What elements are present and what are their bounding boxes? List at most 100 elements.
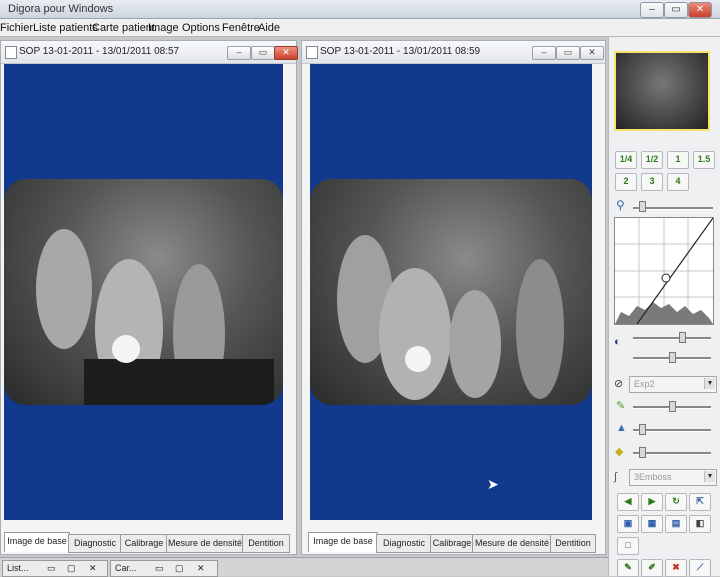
window-title-bar[interactable]: SOP 13-01-2011 - 13/01/2011 08:57 – ▭ ✕: [1, 41, 298, 64]
tab-strip: Image de base Diagnostic Calibrage Mesur…: [302, 532, 605, 553]
window-minimize-button[interactable]: –: [532, 46, 556, 60]
image-canvas[interactable]: ➤: [310, 64, 592, 520]
contrast-icon: ◐: [614, 336, 621, 348]
color-slider-thumb[interactable]: [639, 447, 646, 458]
image-canvas[interactable]: [4, 64, 283, 520]
chevron-down-icon[interactable]: ▼: [704, 471, 715, 482]
minimize-button[interactable]: –: [640, 2, 664, 18]
gamma-slider-thumb[interactable]: [669, 352, 676, 363]
emboss-icon: ∫: [614, 471, 618, 483]
taskbar-label: Car...: [115, 563, 137, 573]
filter-combo-value: Exp2: [634, 379, 655, 389]
menu-image[interactable]: Image: [148, 22, 179, 34]
sharpen-slider-thumb[interactable]: [639, 424, 646, 435]
menu-options[interactable]: Options: [182, 22, 220, 34]
zoom-quarter-button[interactable]: 1/4: [615, 151, 637, 169]
window-title: SOP 13-01-2011 - 13/01/2011 08:57: [19, 46, 180, 57]
taskbar-label: List...: [7, 563, 29, 573]
close-icon[interactable]: ✕: [197, 561, 205, 575]
zoom-three-button[interactable]: 3: [641, 173, 663, 191]
ruler-icon[interactable]: ⟋: [689, 559, 711, 577]
zoom-icon: ⚲: [616, 198, 625, 212]
tab-calibrage[interactable]: Calibrage: [120, 534, 168, 553]
dental-xray-image[interactable]: [4, 179, 283, 405]
undo-icon[interactable]: ◀: [617, 493, 639, 511]
tab-dentition[interactable]: Dentition: [550, 534, 596, 553]
emboss-combo[interactable]: 3Emboss ▼: [629, 469, 717, 486]
window-close-button[interactable]: ✕: [580, 46, 604, 60]
contrast-slider-thumb[interactable]: [679, 332, 686, 343]
mdi-workspace: SOP 13-01-2011 - 13/01/2011 08:57 – ▭ ✕ …: [0, 37, 608, 557]
sharpen-icon: ▲: [616, 422, 627, 434]
eraser-icon[interactable]: ✖: [665, 559, 687, 577]
restore-icon[interactable]: ▭: [47, 561, 56, 575]
image-window-1[interactable]: SOP 13-01-2011 - 13/01/2011 08:57 – ▭ ✕ …: [0, 40, 298, 555]
refresh-icon[interactable]: ↻: [665, 493, 687, 511]
chevron-down-icon[interactable]: ▼: [704, 378, 715, 389]
pen-icon[interactable]: ✎: [617, 559, 639, 577]
close-button[interactable]: ✕: [688, 2, 712, 18]
tool-panel: 1/4 1/2 1 1.5 2 3 4 ⚲ ◐ ⊘ Exp2 ▼ ✎ ▲ ◆ ∫: [608, 37, 720, 577]
zoom-one-button[interactable]: 1: [667, 151, 689, 169]
restore-button[interactable]: ▭: [664, 2, 688, 18]
tab-diagnostic[interactable]: Diagnostic: [376, 534, 432, 553]
menu-liste-patients[interactable]: Liste patients: [33, 22, 98, 34]
menu-fenetre[interactable]: Fenêtre: [222, 22, 260, 34]
menu-aide[interactable]: Aide: [258, 22, 280, 34]
window-title: SOP 13-01-2011 - 13/01/2011 08:59: [320, 46, 481, 57]
tab-strip: Image de base Diagnostic Calibrage Mesur…: [1, 532, 296, 553]
window-restore-button[interactable]: ▭: [556, 46, 580, 60]
window-title-bar[interactable]: SOP 13-01-2011 - 13/01/2011 08:59 – ▭ ✕: [302, 41, 605, 64]
taskbar-item-card[interactable]: Car... ▭ ▢ ✕: [110, 560, 218, 577]
tab-diagnostic[interactable]: Diagnostic: [68, 534, 122, 553]
app-title-bar: Digora pour Windows – ▭ ✕: [0, 0, 720, 19]
redo-icon[interactable]: ▶: [641, 493, 663, 511]
xray-thumbnail[interactable]: [616, 53, 708, 129]
app-title: Digora pour Windows: [8, 3, 114, 15]
tab-image-de-base[interactable]: Image de base: [308, 532, 378, 552]
invert-icon[interactable]: ◧: [689, 515, 711, 533]
zoom-slider-thumb[interactable]: [639, 201, 646, 212]
window-restore-button[interactable]: ▭: [251, 46, 275, 60]
restore-icon[interactable]: ▭: [155, 561, 164, 575]
window-close-button[interactable]: ✕: [274, 46, 298, 60]
curve-graph[interactable]: [614, 217, 714, 325]
taskbar-item-list[interactable]: List... ▭ ▢ ✕: [2, 560, 108, 577]
tab-mesure-de-densite[interactable]: Mesure de densité: [166, 534, 244, 553]
document-icon: [5, 46, 17, 59]
tab-image-de-base[interactable]: Image de base: [4, 532, 70, 552]
export-icon[interactable]: ⇱: [689, 493, 711, 511]
layers-icon[interactable]: ▤: [665, 515, 687, 533]
filter-combo[interactable]: Exp2 ▼: [629, 376, 717, 393]
menu-carte-patient[interactable]: Carte patient: [92, 22, 155, 34]
zoom-four-button[interactable]: 4: [667, 173, 689, 191]
filter-icon: ⊘: [614, 378, 624, 390]
mouse-cursor-icon: ➤: [487, 476, 499, 492]
tab-mesure-de-densite[interactable]: Mesure de densité: [472, 534, 552, 553]
brightness-icon: ✎: [616, 400, 626, 412]
window-minimize-button[interactable]: –: [227, 46, 251, 60]
select-icon[interactable]: ▣: [617, 515, 639, 533]
document-icon: [306, 46, 318, 59]
marker-icon[interactable]: ✐: [641, 559, 663, 577]
crop-icon[interactable]: □: [617, 537, 639, 555]
zoom-two-button[interactable]: 2: [615, 173, 637, 191]
menu-bar: Fichier Liste patients Carte patient Ima…: [0, 19, 720, 37]
tab-calibrage[interactable]: Calibrage: [430, 534, 474, 553]
zoom-1-5-button[interactable]: 1.5: [693, 151, 715, 169]
thumbnail-frame[interactable]: [614, 51, 710, 131]
dental-xray-image[interactable]: [310, 179, 592, 405]
image-window-2[interactable]: SOP 13-01-2011 - 13/01/2011 08:59 – ▭ ✕ …: [301, 40, 606, 555]
color-icon: ◆: [615, 446, 624, 458]
tab-dentition[interactable]: Dentition: [242, 534, 290, 553]
close-icon[interactable]: ✕: [89, 561, 97, 575]
grid-icon[interactable]: ▦: [641, 515, 663, 533]
maximize-icon[interactable]: ▢: [175, 561, 184, 575]
menu-fichier[interactable]: Fichier: [0, 22, 33, 34]
brightness-slider-thumb[interactable]: [669, 401, 676, 412]
minimized-windows-bar: List... ▭ ▢ ✕ Car... ▭ ▢ ✕: [0, 557, 608, 577]
contrast-slider[interactable]: [633, 337, 711, 340]
emboss-combo-value: 3Emboss: [634, 472, 672, 482]
zoom-half-button[interactable]: 1/2: [641, 151, 663, 169]
maximize-icon[interactable]: ▢: [67, 561, 76, 575]
